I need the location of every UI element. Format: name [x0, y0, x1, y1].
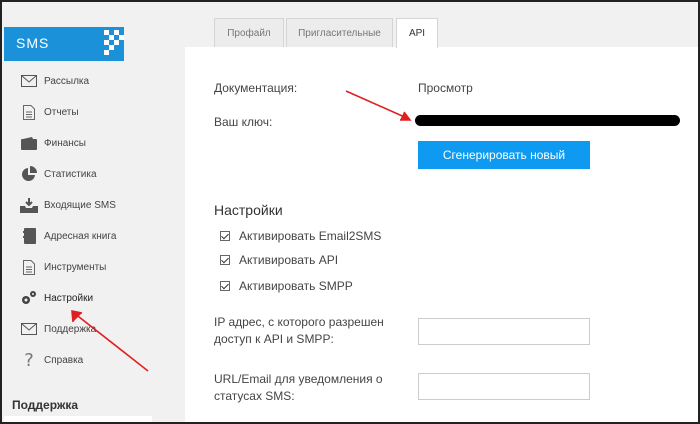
gears-icon: [20, 289, 38, 307]
notification-url-input[interactable]: [418, 373, 590, 400]
sidebar-item-statistics[interactable]: Статистика: [2, 159, 152, 189]
sidebar: SMS Рассылка Отчеты Финансы Статистика В…: [2, 2, 152, 422]
sidebar-item-label: Входящие SMS: [44, 199, 116, 211]
sidebar-item-label: Рассылка: [44, 75, 90, 87]
pie-chart-icon: [20, 165, 38, 183]
sidebar-item-incoming-sms[interactable]: Входящие SMS: [2, 190, 152, 220]
sidebar-item-label: Отчеты: [44, 106, 79, 118]
support-section-title: Поддержка: [12, 398, 79, 412]
question-icon: ?: [24, 349, 34, 371]
sidebar-item-reports[interactable]: Отчеты: [2, 97, 152, 127]
sidebar-item-finance[interactable]: Финансы: [2, 128, 152, 158]
checkbox-label: Активировать SMPP: [239, 279, 353, 293]
sidebar-item-label: Поддержка: [44, 323, 97, 335]
document-icon: [20, 103, 38, 121]
support-section-panel: [4, 416, 152, 422]
brand-text: SMS: [16, 35, 50, 51]
sidebar-item-label: Адресная книга: [44, 230, 117, 242]
api-key-redacted-value: [415, 115, 680, 126]
brand-logo[interactable]: SMS: [4, 27, 124, 61]
sidebar-item-label: Финансы: [44, 137, 86, 149]
ip-address-label: IP адрес, с которого разрешен доступ к A…: [214, 315, 384, 346]
tools-document-icon: [20, 258, 38, 276]
documentation-view-link[interactable]: Просмотр: [418, 81, 473, 95]
tab-invitations[interactable]: Пригласительные: [286, 18, 393, 47]
tab-api[interactable]: API: [396, 18, 438, 48]
sidebar-item-help[interactable]: ? Справка: [2, 345, 152, 375]
checkbox-label: Активировать Email2SMS: [239, 229, 382, 243]
sidebar-item-mailing[interactable]: Рассылка: [2, 66, 152, 96]
settings-section-title: Настройки: [214, 202, 283, 218]
ip-address-input[interactable]: [418, 318, 590, 345]
notification-url-label: URL/Email для уведомления о статусах SMS…: [214, 372, 383, 403]
documentation-label: Документация:: [214, 81, 298, 95]
sidebar-item-label: Настройки: [44, 292, 94, 304]
sidebar-item-support[interactable]: Поддержка: [2, 314, 152, 344]
sidebar-item-settings[interactable]: Настройки: [2, 283, 152, 313]
api-key-label: Ваш ключ:: [214, 115, 273, 129]
envelope-icon: [20, 320, 38, 338]
wallet-icon: [20, 134, 38, 152]
checkbox-email2sms[interactable]: Активировать Email2SMS: [220, 228, 381, 244]
envelope-icon: [20, 72, 38, 90]
checkbox-checked-icon[interactable]: [220, 255, 230, 265]
checkbox-checked-icon[interactable]: [220, 231, 230, 241]
sidebar-item-label: Инструменты: [44, 261, 107, 273]
checkbox-label: Активировать API: [239, 253, 339, 267]
checkbox-checked-icon[interactable]: [220, 281, 230, 291]
checkbox-api[interactable]: Активировать API: [220, 252, 338, 268]
sidebar-item-address-book[interactable]: Адресная книга: [2, 221, 152, 251]
window-frame: SMS Рассылка Отчеты Финансы Статистика В…: [0, 0, 700, 424]
sidebar-item-tools[interactable]: Инструменты: [2, 252, 152, 282]
checkbox-smpp[interactable]: Активировать SMPP: [220, 278, 353, 294]
brand-pixel-decoration: [104, 30, 130, 58]
tab-profile[interactable]: Профайл: [214, 18, 284, 47]
address-book-icon: [20, 227, 38, 245]
generate-new-key-button[interactable]: Сгенерировать новый: [418, 141, 590, 169]
sidebar-item-label: Справка: [44, 354, 84, 366]
sidebar-item-label: Статистика: [44, 168, 97, 180]
inbox-icon: [20, 196, 38, 214]
